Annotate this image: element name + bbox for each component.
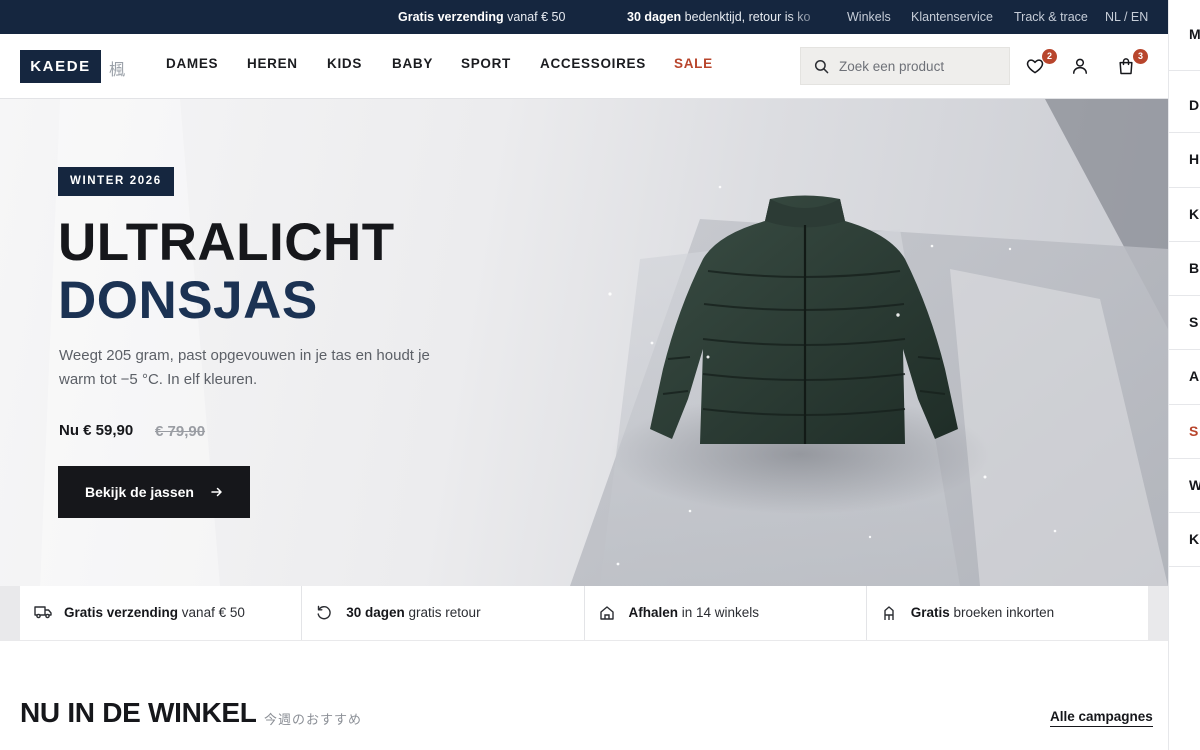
usp-pickup: Afhalen in 14 winkels bbox=[585, 586, 867, 640]
all-campaigns-link[interactable]: Alle campagnes bbox=[1050, 709, 1153, 727]
side-menu-item[interactable]: B bbox=[1189, 261, 1199, 275]
divider bbox=[1169, 512, 1200, 513]
cart-count-badge: 3 bbox=[1133, 49, 1148, 64]
account-button[interactable] bbox=[1070, 56, 1092, 78]
side-menu-item[interactable]: D bbox=[1189, 98, 1199, 112]
usp-strip: Gratis verzending vanaf € 50 30 dagen gr… bbox=[20, 586, 1148, 640]
search-box[interactable] bbox=[800, 47, 1010, 85]
section-subtitle: 今週のおすすめ bbox=[264, 712, 363, 727]
logo-kanji: 楓 bbox=[109, 62, 126, 79]
promo-returns: 30 dagen bedenktijd, retour is ko bbox=[627, 10, 811, 24]
cta-label: Bekijk de jassen bbox=[85, 484, 194, 500]
side-menu-panel: M D H K B S A S W K bbox=[1168, 0, 1200, 750]
hero-banner: WINTER 2026 ULTRALICHT DONSJAS Weegt 205… bbox=[0, 99, 1168, 586]
hero-price: Nu € 59,90 bbox=[59, 422, 134, 439]
nav-kids[interactable]: KIDS bbox=[327, 56, 362, 71]
side-menu-item[interactable]: H bbox=[1189, 152, 1199, 166]
site-header: KAEDE 楓 DAMES HEREN KIDS BABY SPORT ACCE… bbox=[0, 34, 1168, 99]
hero-subtitle: Weegt 205 gram, past opgevouwen in je ta… bbox=[59, 347, 430, 388]
divider bbox=[1169, 458, 1200, 459]
tailor-icon bbox=[884, 606, 894, 620]
user-icon bbox=[1073, 58, 1087, 74]
side-menu-item-sale[interactable]: S bbox=[1189, 424, 1198, 438]
return-icon bbox=[317, 605, 332, 620]
divider bbox=[1169, 404, 1200, 405]
link-customer-service[interactable]: Klantenservice bbox=[911, 10, 993, 24]
divider bbox=[1169, 187, 1200, 188]
usp-tailoring: Gratis broeken inkorten bbox=[867, 586, 1148, 640]
divider bbox=[1169, 349, 1200, 350]
side-menu-item[interactable]: S bbox=[1189, 315, 1198, 329]
side-menu-item[interactable]: A bbox=[1189, 369, 1199, 383]
divider bbox=[1169, 70, 1200, 71]
divider bbox=[1169, 132, 1200, 133]
divider bbox=[1169, 295, 1200, 296]
search-icon bbox=[814, 59, 829, 74]
divider bbox=[1169, 566, 1200, 567]
truck-icon bbox=[34, 606, 52, 619]
hero-title-line2: DONSJAS bbox=[58, 271, 318, 330]
utility-bar: Gratis verzending vanaf € 50 30 dagen be… bbox=[0, 0, 1168, 34]
nav-sale[interactable]: SALE bbox=[674, 56, 713, 71]
promo-shipping: Gratis verzending vanaf € 50 bbox=[398, 10, 566, 24]
arrow-right-icon bbox=[211, 487, 222, 497]
hero-old-price: € 79,90 bbox=[155, 423, 206, 440]
usp-returns: 30 dagen gratis retour bbox=[302, 586, 585, 640]
wishlist-button[interactable]: 2 bbox=[1025, 49, 1057, 78]
usp-shipping: Gratis verzending vanaf € 50 bbox=[20, 586, 303, 640]
nav-dames[interactable]: DAMES bbox=[166, 56, 218, 71]
cart-button[interactable]: 3 bbox=[1116, 49, 1148, 78]
side-menu-item[interactable]: K bbox=[1189, 207, 1199, 221]
language-switch[interactable]: NL / EN bbox=[1105, 10, 1148, 24]
search-input[interactable] bbox=[839, 56, 999, 76]
nav-sport[interactable]: SPORT bbox=[461, 56, 511, 71]
season-badge: WINTER 2026 bbox=[58, 167, 174, 196]
side-menu-item[interactable]: W bbox=[1189, 478, 1200, 492]
nav-accessoires[interactable]: ACCESSOIRES bbox=[540, 56, 646, 71]
store-icon bbox=[599, 606, 614, 620]
divider bbox=[1169, 241, 1200, 242]
link-stores[interactable]: Winkels bbox=[847, 10, 891, 24]
section-title: NU IN DE WINKEL bbox=[20, 697, 257, 728]
hero-title-line1: ULTRALICHT bbox=[58, 213, 395, 272]
link-track-trace[interactable]: Track & trace bbox=[1014, 10, 1088, 24]
nav-baby[interactable]: BABY bbox=[392, 56, 433, 71]
logo[interactable]: KAEDE bbox=[20, 50, 101, 83]
side-menu-item[interactable]: K bbox=[1189, 532, 1199, 546]
nav-heren[interactable]: HEREN bbox=[247, 56, 298, 71]
side-menu-item[interactable]: M bbox=[1189, 27, 1200, 41]
view-jackets-button[interactable]: Bekijk de jassen bbox=[58, 466, 250, 518]
wishlist-count-badge: 2 bbox=[1042, 49, 1057, 64]
